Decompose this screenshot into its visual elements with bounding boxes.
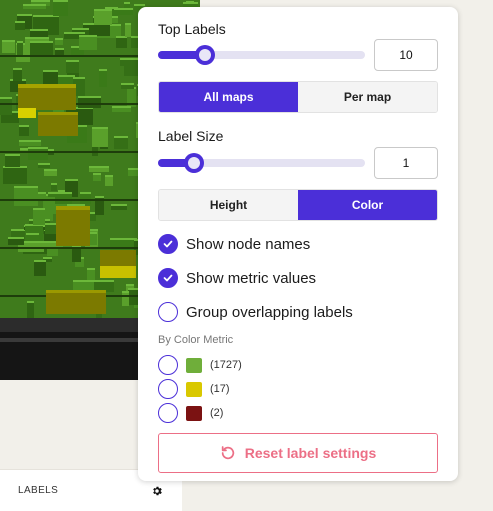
label-mode-toggle: Height Color xyxy=(158,189,438,221)
color-metric-checkbox[interactable] xyxy=(158,403,178,423)
label-scope-toggle: All maps Per map xyxy=(158,81,438,113)
color-button[interactable]: Color xyxy=(298,190,437,220)
show-node-names-label: Show node names xyxy=(186,235,311,253)
color-swatch xyxy=(186,381,202,397)
color-metric-checkbox[interactable] xyxy=(158,379,178,399)
color-metric-count: (1727) xyxy=(210,359,242,371)
top-labels-slider[interactable] xyxy=(158,45,365,65)
group-overlapping-labels-option[interactable]: Group overlapping labels xyxy=(158,301,353,323)
color-metric-count: (17) xyxy=(210,383,230,395)
height-button[interactable]: Height xyxy=(159,190,298,220)
color-metric-count: (2) xyxy=(210,407,224,419)
show-metric-values-checkbox[interactable] xyxy=(158,268,178,288)
reset-label-settings-button[interactable]: Reset label settings xyxy=(158,433,438,473)
show-node-names-option[interactable]: Show node names xyxy=(158,233,310,255)
label-size-slider[interactable] xyxy=(158,153,365,173)
group-overlapping-labels-label: Group overlapping labels xyxy=(186,303,353,321)
color-metric-heading: By Color Metric xyxy=(158,334,234,346)
label-settings-panel: Top Labels All maps Per map Label Size H… xyxy=(138,7,458,481)
show-metric-values-option[interactable]: Show metric values xyxy=(158,267,316,289)
color-metric-item[interactable]: (17) xyxy=(158,379,230,399)
reset-label: Reset label settings xyxy=(244,445,377,461)
gear-icon[interactable] xyxy=(150,484,164,498)
color-swatch xyxy=(186,357,202,373)
top-labels-input[interactable] xyxy=(374,39,438,71)
slider-thumb[interactable] xyxy=(184,153,204,173)
all-maps-button[interactable]: All maps xyxy=(159,82,298,112)
color-metric-item[interactable]: (1727) xyxy=(158,355,242,375)
group-overlapping-labels-checkbox[interactable] xyxy=(158,302,178,322)
slider-thumb[interactable] xyxy=(195,45,215,65)
show-metric-values-label: Show metric values xyxy=(186,269,317,287)
per-map-button[interactable]: Per map xyxy=(298,82,437,112)
color-metric-checkbox[interactable] xyxy=(158,355,178,375)
label-size-input[interactable] xyxy=(374,147,438,179)
labels-tab-label: LABELS xyxy=(18,485,59,496)
top-labels-heading: Top Labels xyxy=(158,21,226,37)
color-swatch xyxy=(186,405,202,421)
reset-icon xyxy=(220,445,236,461)
color-metric-item[interactable]: (2) xyxy=(158,403,223,423)
show-node-names-checkbox[interactable] xyxy=(158,234,178,254)
label-size-heading: Label Size xyxy=(158,128,224,144)
